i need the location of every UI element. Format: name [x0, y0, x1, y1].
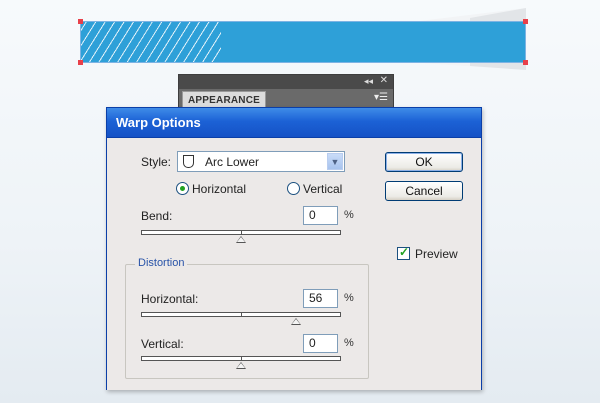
distortion-horizontal-slider[interactable] [141, 312, 341, 325]
dialog-title-bar[interactable]: Warp Options [107, 108, 481, 138]
bend-slider-thumb[interactable] [236, 236, 246, 243]
distortion-horizontal-unit: % [344, 292, 354, 304]
dialog-title: Warp Options [116, 115, 201, 130]
style-dropdown[interactable]: Arc Lower ▼ [177, 151, 345, 172]
bend-input[interactable]: 0 [303, 206, 338, 225]
vertical-radio-label: Vertical [303, 182, 343, 196]
distortion-vertical-unit: % [344, 337, 354, 349]
distortion-vertical-slider-center-tick [241, 356, 242, 361]
distortion-group [125, 264, 369, 379]
bend-slider-center-tick [241, 230, 242, 235]
double-left-arrow-icon[interactable]: ◂◂ [364, 76, 373, 87]
distortion-horizontal-slider-center-tick [241, 312, 242, 317]
distortion-horizontal-label: Horizontal: [141, 292, 199, 306]
anchor-point-top-left[interactable] [78, 19, 83, 24]
artwork-banner[interactable] [78, 19, 528, 65]
horizontal-radio[interactable] [176, 182, 189, 195]
style-dropdown-value: Arc Lower [205, 155, 260, 169]
distortion-horizontal-input[interactable]: 56 [303, 289, 338, 308]
bend-label: Bend: [141, 209, 173, 223]
bend-slider[interactable] [141, 230, 341, 243]
panel-tab-row: APPEARANCE ▾☰ [179, 89, 393, 108]
banner-fill [221, 22, 525, 62]
preview-checkbox[interactable]: ✓ [397, 245, 410, 260]
vertical-radio[interactable] [287, 182, 300, 195]
panel-menu-icon[interactable]: ▾☰ [374, 92, 388, 103]
horizontal-radio-label: Horizontal [192, 182, 247, 196]
anchor-point-bottom-right[interactable] [523, 60, 528, 65]
panel-topbar: ◂◂ ✕ [179, 75, 393, 89]
style-label: Style: [141, 155, 172, 169]
ok-button[interactable]: OK [385, 152, 463, 172]
anchor-point-top-right[interactable] [523, 19, 528, 24]
chevron-down-icon[interactable]: ▼ [327, 153, 343, 170]
warp-options-dialog: Warp Options Style: Arc Lower ▼ Horizont… [106, 107, 482, 390]
distortion-vertical-slider[interactable] [141, 356, 341, 369]
distortion-horizontal-slider-thumb[interactable] [291, 318, 302, 325]
distortion-group-title: Distortion [135, 257, 188, 269]
checkmark-icon: ✓ [399, 245, 410, 259]
appearance-panel: ◂◂ ✕ APPEARANCE ▾☰ [178, 74, 394, 108]
distortion-vertical-input[interactable]: 0 [303, 334, 338, 353]
dialog-body: Style: Arc Lower ▼ Horizontal Vertical B… [107, 138, 481, 390]
cancel-button[interactable]: Cancel [385, 181, 463, 201]
anchor-point-bottom-left[interactable] [78, 60, 83, 65]
preview-label: Preview [415, 247, 458, 261]
arc-lower-icon [183, 155, 194, 168]
distortion-vertical-label: Vertical: [141, 337, 184, 351]
bend-unit: % [344, 209, 354, 221]
close-icon[interactable]: ✕ [380, 75, 388, 86]
distortion-vertical-slider-thumb[interactable] [236, 362, 246, 369]
tab-appearance[interactable]: APPEARANCE [182, 91, 267, 108]
